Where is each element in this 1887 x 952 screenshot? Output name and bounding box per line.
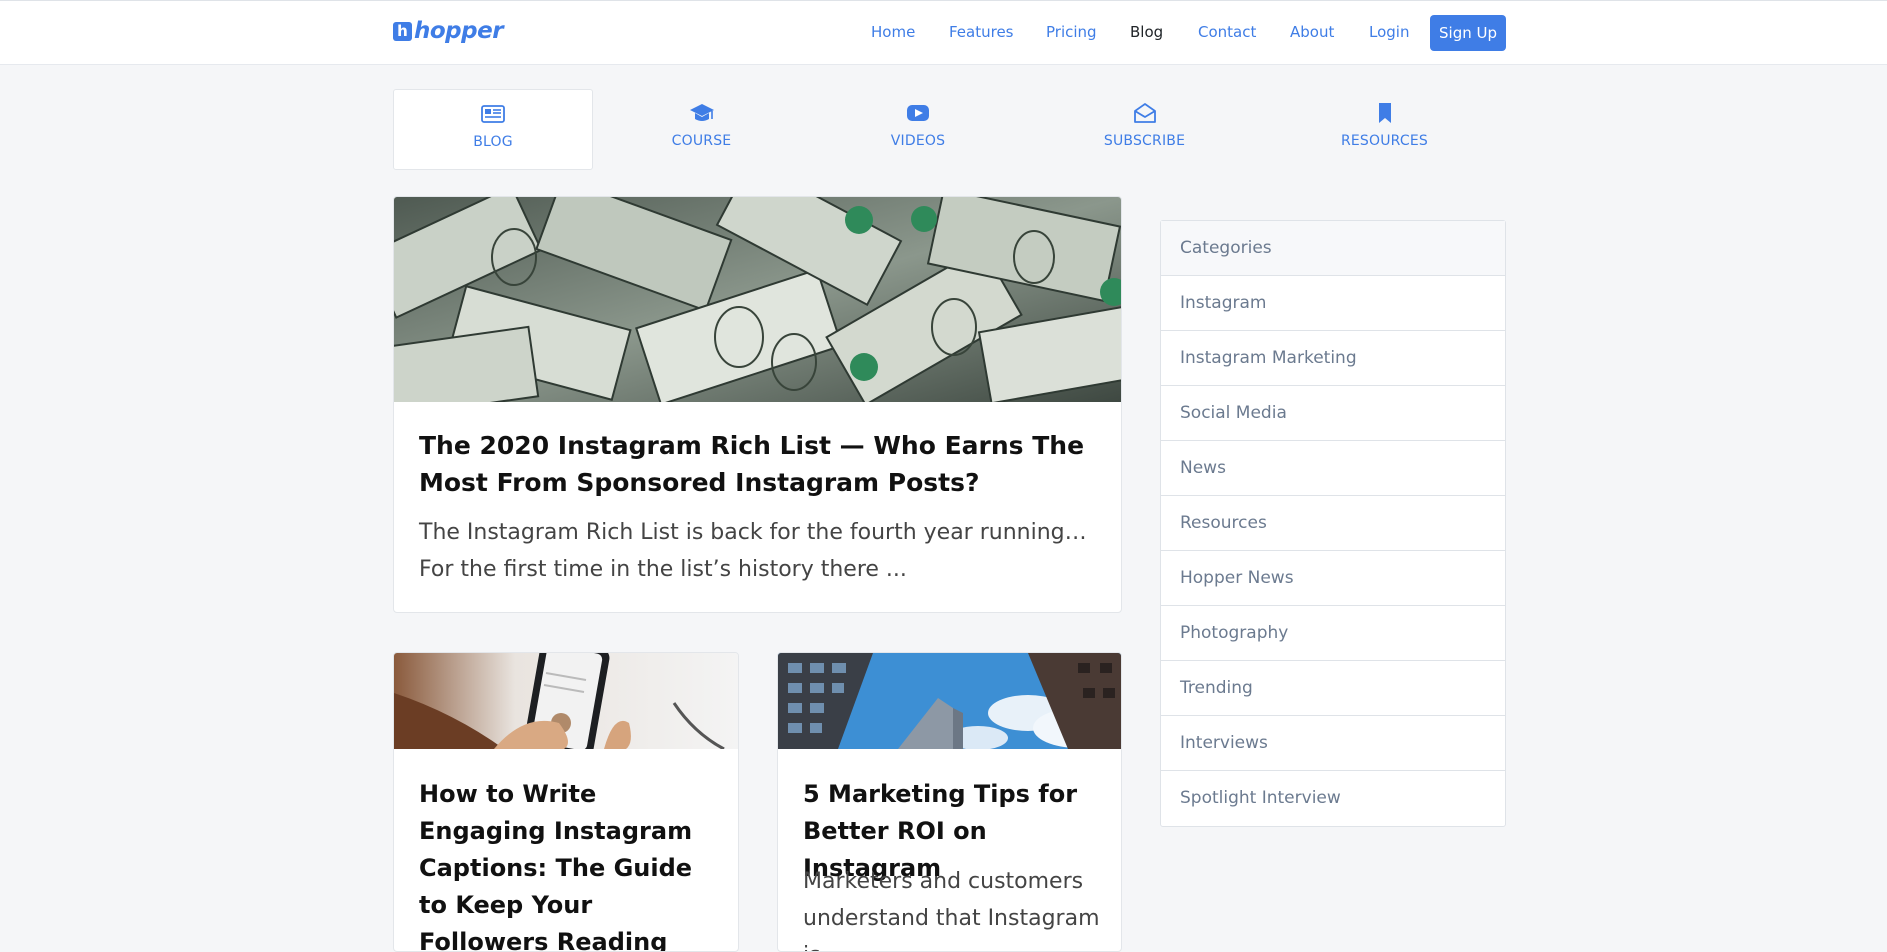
categories-heading: Categories [1161, 221, 1505, 276]
phone-in-hands-photo [394, 653, 738, 749]
nav-blog[interactable]: Blog [1130, 23, 1163, 41]
tab-label: SUBSCRIBE [1103, 133, 1186, 149]
graduation-cap-icon [689, 104, 714, 121]
post-excerpt: The Instagram Rich List is back for the … [419, 520, 1087, 582]
categories-sidebar: Categories Instagram Instagram Marketing… [1160, 220, 1506, 827]
category-instagram[interactable]: Instagram [1161, 276, 1505, 331]
nav-features[interactable]: Features [949, 23, 1014, 41]
logo-mark: h [393, 21, 412, 41]
featured-post-card[interactable]: The 2020 Instagram Rich List — Who Earns… [393, 196, 1122, 613]
buildings-sky-photo [778, 653, 1121, 749]
nav-contact[interactable]: Contact [1198, 23, 1256, 41]
category-instagram-marketing[interactable]: Instagram Marketing [1161, 331, 1505, 386]
logo[interactable]: h hopper [393, 18, 504, 44]
content-tabs: BLOG COURSE VIDEOS SUBSCRIBE RESOURCES [393, 89, 1506, 170]
nav-pricing[interactable]: Pricing [1046, 23, 1097, 41]
tab-subscribe[interactable]: SUBSCRIBE [1026, 89, 1263, 170]
top-navbar: h hopper Home Features Pricing Blog Cont… [0, 0, 1887, 65]
bookmark-icon [1378, 103, 1391, 123]
post-card[interactable]: How to Write Engaging Instagram Captions… [393, 652, 739, 952]
tab-label: COURSE [671, 133, 732, 149]
category-news[interactable]: News [1161, 441, 1505, 496]
nav-home[interactable]: Home [871, 23, 915, 41]
envelope-open-icon [1133, 103, 1156, 123]
post-excerpt: Marketers and customers understand that … [803, 869, 1100, 951]
youtube-play-icon [907, 105, 929, 121]
tab-label: RESOURCES [1340, 133, 1429, 149]
tab-label: BLOG [473, 134, 513, 150]
newspaper-icon [481, 105, 505, 123]
category-hopper-news[interactable]: Hopper News [1161, 551, 1505, 606]
logo-text: hopper [414, 18, 504, 44]
category-spotlight-interview[interactable]: Spotlight Interview [1161, 771, 1505, 826]
post-card[interactable]: 5 Marketing Tips for Better ROI on Insta… [777, 652, 1122, 952]
tab-resources[interactable]: RESOURCES [1263, 89, 1506, 170]
category-social-media[interactable]: Social Media [1161, 386, 1505, 441]
post-title[interactable]: How to Write Engaging Instagram Captions… [419, 776, 719, 951]
nav-about[interactable]: About [1290, 23, 1334, 41]
tab-videos[interactable]: VIDEOS [810, 89, 1026, 170]
tab-blog[interactable]: BLOG [393, 89, 593, 170]
tab-course[interactable]: COURSE [593, 89, 810, 170]
dollar-bills-photo [394, 197, 1121, 402]
category-resources[interactable]: Resources [1161, 496, 1505, 551]
post-title[interactable]: The 2020 Instagram Rich List — Who Earns… [419, 427, 1109, 501]
category-photography[interactable]: Photography [1161, 606, 1505, 661]
sign-up-button[interactable]: Sign Up [1430, 15, 1506, 51]
tab-label: VIDEOS [890, 133, 946, 149]
category-trending[interactable]: Trending [1161, 661, 1505, 716]
nav-login[interactable]: Login [1369, 23, 1409, 41]
category-interviews[interactable]: Interviews [1161, 716, 1505, 771]
